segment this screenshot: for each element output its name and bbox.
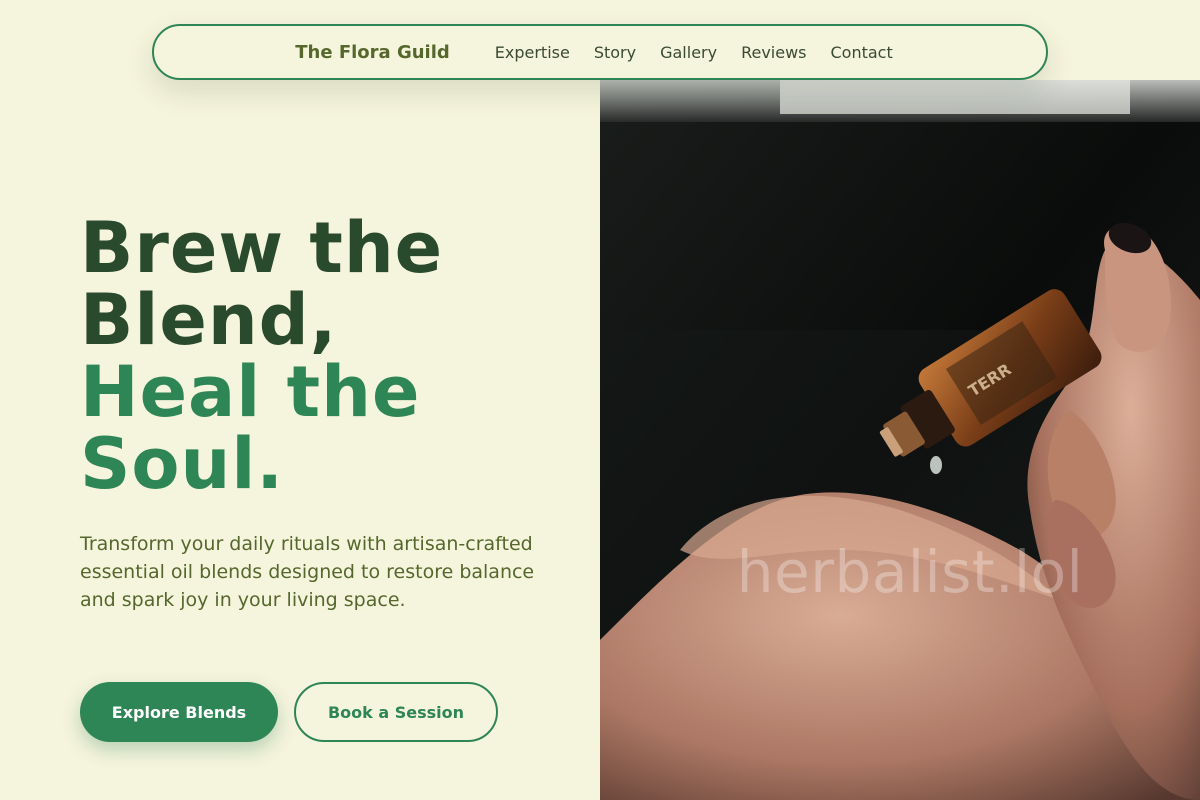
main-nav: The Flora Guild Expertise Story Gallery … xyxy=(152,24,1048,80)
headline-line-4: Soul. xyxy=(80,423,284,505)
hero-image: TERR herbalist.lol xyxy=(600,80,1200,800)
nav-link-story[interactable]: Story xyxy=(594,43,636,62)
headline-line-2: Blend, xyxy=(80,279,338,361)
nav-link-gallery[interactable]: Gallery xyxy=(660,43,717,62)
explore-blends-button[interactable]: Explore Blends xyxy=(80,682,278,742)
hero-headline: Brew the Blend, Heal the Soul. xyxy=(80,212,580,500)
nav-link-expertise[interactable]: Expertise xyxy=(495,43,570,62)
nav-link-reviews[interactable]: Reviews xyxy=(741,43,806,62)
landing-page: TERR herbalist.lol The Flora Guild Exper… xyxy=(0,0,1200,800)
hero-subtext: Transform your daily rituals with artisa… xyxy=(80,533,535,611)
nav-link-contact[interactable]: Contact xyxy=(831,43,893,62)
essential-oil-photo: TERR xyxy=(600,80,1200,800)
headline-line-1: Brew the xyxy=(80,207,444,289)
brand-logo-text[interactable]: The Flora Guild xyxy=(295,42,450,63)
headline-line-3: Heal the xyxy=(80,351,421,433)
book-session-button[interactable]: Book a Session xyxy=(294,682,498,742)
